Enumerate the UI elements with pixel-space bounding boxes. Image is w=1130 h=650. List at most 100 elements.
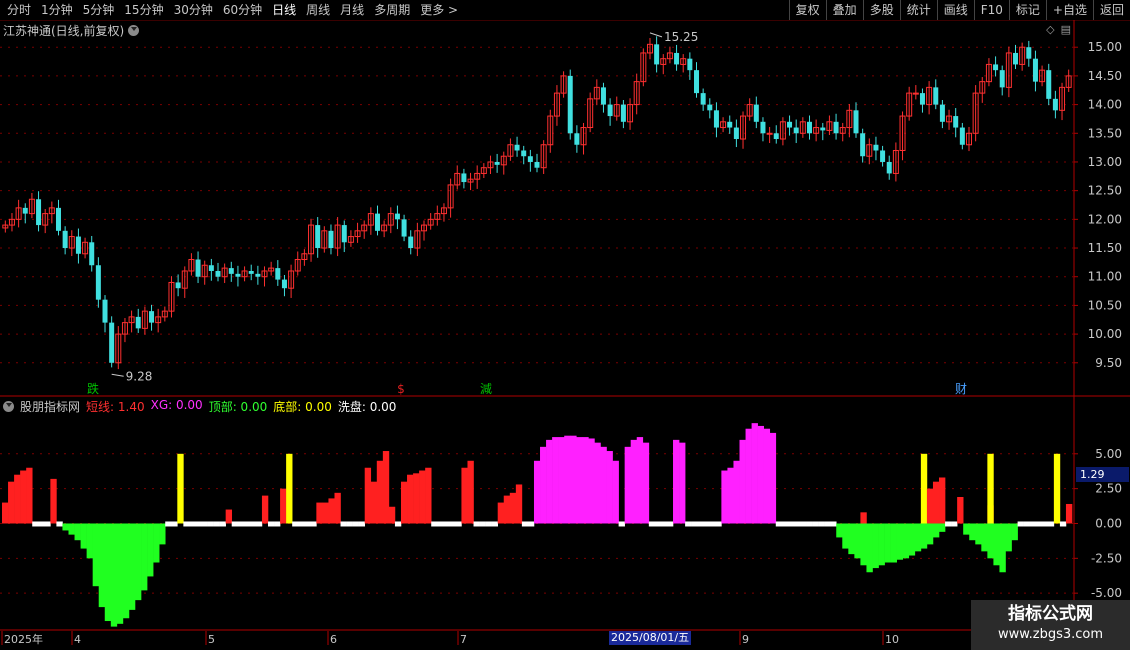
- indicator-flat-bar: [812, 521, 819, 527]
- indicator-flat-bar: [171, 521, 178, 527]
- indicator-flat-bar: [346, 521, 353, 527]
- indicator-flat-bar: [298, 521, 305, 527]
- indicator-flat-bar: [1059, 521, 1067, 527]
- indicator-flat-bar: [443, 521, 450, 527]
- indicator-bar-顶部: [80, 523, 87, 549]
- candle-body: [806, 121, 812, 134]
- indicator-flat-bar: [207, 521, 214, 527]
- indicator-bar-顶部: [878, 523, 885, 566]
- indicator-bar-短线: [419, 470, 426, 524]
- indicator-flat-bar: [304, 521, 311, 527]
- stock-chart[interactable]: 15.00 14.50 14.00 13.50 13.00 12.50 12.00 11.50…: [0, 0, 1130, 650]
- indicator-bar-短线: [334, 492, 341, 524]
- candle-body: [36, 199, 42, 226]
- candle-body: [275, 268, 281, 280]
- price-axis-label: 10.50: [1088, 298, 1122, 312]
- candle-body: [733, 127, 739, 140]
- candle-body: [707, 104, 713, 111]
- candle-body: [654, 44, 660, 65]
- indicator-bar-XG: [763, 428, 771, 524]
- indicator-bar-短线: [467, 460, 474, 524]
- candle-body: [401, 219, 407, 237]
- indicator-flat-bar: [267, 521, 275, 527]
- event-marker: 跌: [87, 381, 99, 396]
- candle-body: [235, 273, 241, 277]
- candle-body: [109, 322, 115, 363]
- indicator-bar-短线: [376, 460, 384, 524]
- indicator-bar-短线: [425, 467, 432, 524]
- time-axis-label: 4: [74, 633, 81, 646]
- chevron-down-icon[interactable]: [3, 401, 14, 412]
- event-marker: 财: [955, 382, 967, 396]
- candle-body: [281, 279, 287, 289]
- indicator-flat-bar: [449, 521, 456, 527]
- indicator-flat-bar: [189, 521, 196, 527]
- candle-body: [833, 121, 839, 134]
- indicator-bar-XG: [540, 446, 547, 524]
- indicator-name[interactable]: 股朋指标网: [20, 398, 80, 415]
- time-axis-label: 10: [885, 633, 899, 646]
- candle-body: [215, 270, 221, 277]
- candle-body: [959, 127, 965, 145]
- high-price-label: 15.25: [664, 30, 698, 44]
- indicator-bar-XG: [739, 439, 746, 524]
- indicator-bar-顶部: [128, 523, 136, 610]
- candle-body: [102, 299, 108, 323]
- candle-body: [75, 236, 81, 254]
- indicator-bar-顶部: [884, 523, 891, 563]
- candle-body: [1052, 98, 1058, 111]
- indicator-bar-顶部: [104, 523, 112, 622]
- indicator-bar-XG: [745, 428, 752, 524]
- indicator-flat-bar: [1017, 521, 1024, 527]
- candle-body: [700, 93, 706, 105]
- indicator-bar-短线: [328, 498, 335, 524]
- indicator-flat-bar: [44, 521, 51, 527]
- candle-body: [1013, 52, 1019, 65]
- indicator-bar-短线: [957, 497, 964, 524]
- indicator-bar-顶部: [860, 523, 867, 566]
- indicator-flat-bar: [793, 521, 801, 527]
- indicator-flat-bar: [951, 521, 958, 527]
- indicator-flat-bar: [830, 521, 837, 527]
- indicator-axis-label: -5.00: [1091, 586, 1122, 600]
- indicator-bar-短线: [225, 509, 233, 524]
- indicator-bar-短线: [388, 506, 396, 524]
- indicator-bar-短线: [497, 502, 505, 524]
- indicator-bar-顶部: [963, 523, 970, 535]
- indicator-bar-顶部: [1011, 523, 1018, 541]
- indicator-bar-顶部: [74, 523, 81, 541]
- indicator-bar-短线: [14, 474, 21, 524]
- candle-body: [315, 225, 321, 249]
- candle-body: [341, 225, 347, 243]
- indicator-bar-顶部: [116, 523, 124, 624]
- candle-body: [228, 268, 234, 274]
- indicator-flat-bar: [1041, 521, 1049, 527]
- indicator-flat-bar: [666, 521, 674, 527]
- candle-body: [574, 133, 580, 145]
- indicator-bar-XG: [564, 435, 571, 524]
- candle-body: [521, 150, 527, 157]
- time-axis-label: 5: [208, 633, 215, 646]
- price-axis-label: 13.50: [1088, 126, 1122, 140]
- price-axis-label: 11.00: [1088, 270, 1122, 284]
- indicator-flat-bar: [781, 521, 789, 527]
- indicator-value: 洗盘: 0.00: [337, 400, 397, 414]
- candle-body: [820, 127, 826, 131]
- candle-body: [687, 58, 693, 71]
- indicator-bar-顶部: [141, 523, 148, 591]
- indicator-bar-短线: [322, 502, 329, 524]
- candle-body: [248, 270, 254, 274]
- indicator-bar-顶部: [890, 523, 897, 563]
- indicator-flat-bar: [1029, 521, 1037, 527]
- time-axis-label: 9: [742, 633, 749, 646]
- indicator-flat-bar: [479, 521, 486, 527]
- indicator-bar-短线: [2, 502, 9, 524]
- candle-body: [880, 150, 886, 162]
- indicator-bar-底部: [1053, 453, 1061, 524]
- indicator-bar-XG: [630, 439, 638, 524]
- candle-body: [175, 282, 181, 289]
- time-axis-label: 6: [330, 633, 337, 646]
- candle-body: [600, 87, 606, 105]
- candle-body: [766, 132, 773, 135]
- price-axis-label: 13.00: [1088, 155, 1122, 169]
